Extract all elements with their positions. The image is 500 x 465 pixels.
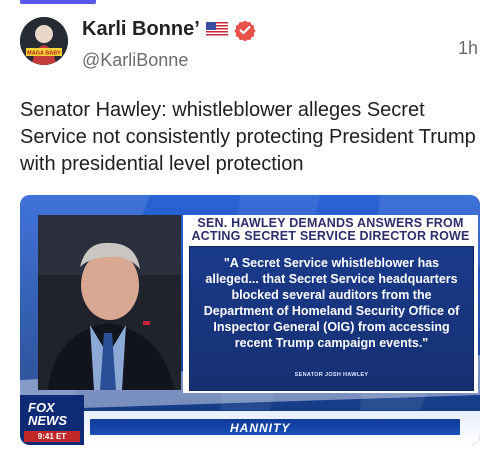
- quote-box: "A Secret Service whistleblower has alle…: [189, 246, 474, 391]
- us-flag-icon: [205, 22, 228, 37]
- avatar-image: MAGA BABY: [20, 17, 68, 65]
- post-text: Senator Hawley: whistleblower alleges Se…: [20, 99, 476, 175]
- graphic-quote: "A Secret Service whistleblower has alle…: [203, 256, 460, 350]
- anchor-photo: [38, 215, 181, 390]
- show-name: HANNITY: [230, 421, 291, 435]
- verified-badge-icon: [234, 19, 256, 41]
- graphic-headline: SEN. HAWLEY DEMANDS ANSWERS FROM ACTING …: [191, 216, 470, 243]
- avatar-label: MAGA BABY: [27, 51, 61, 57]
- top-accent-bar: [20, 0, 96, 4]
- broadcast-time: 9:41 ET: [24, 431, 80, 442]
- news-graphic-panel: SEN. HAWLEY DEMANDS ANSWERS FROM ACTING …: [183, 215, 478, 393]
- avatar[interactable]: MAGA BABY: [20, 17, 68, 65]
- network-logo: FOX NEWS 9:41 ET: [20, 395, 84, 445]
- post-timestamp: 1h: [457, 38, 478, 58]
- quote-attribution: SENATOR JOSH HAWLEY: [294, 372, 369, 378]
- author-handle[interactable]: @KarliBonne: [82, 50, 188, 71]
- network-name: FOX NEWS: [28, 400, 67, 428]
- post-media-image[interactable]: SEN. HAWLEY DEMANDS ANSWERS FROM ACTING …: [20, 195, 480, 445]
- author-name[interactable]: Karli Bonne’: [82, 18, 200, 41]
- author-name-row[interactable]: Karli Bonne’: [82, 18, 256, 41]
